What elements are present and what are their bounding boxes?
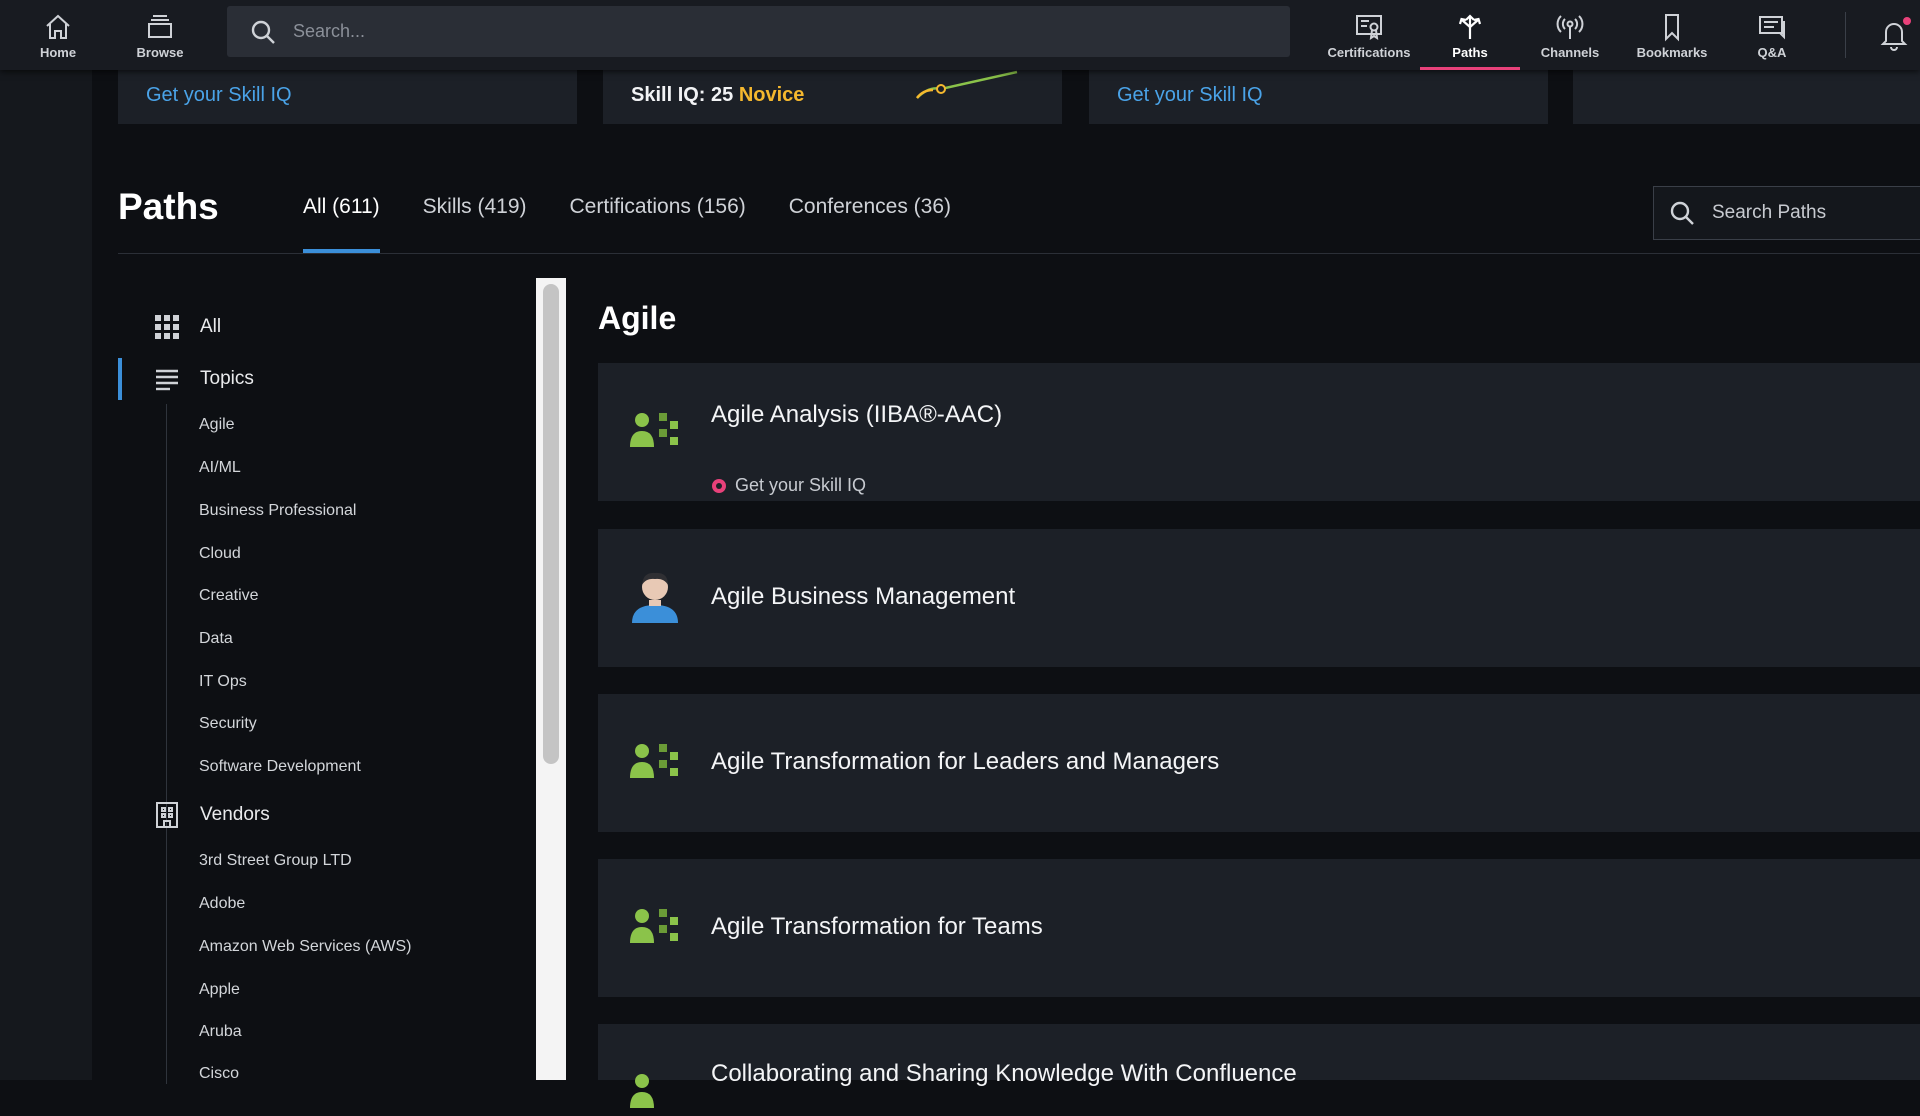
bookmark-icon [1665, 13, 1679, 41]
sidebar-topic-business-professional[interactable]: Business Professional [199, 502, 356, 520]
path-people-icon [630, 413, 678, 447]
nav-paths[interactable]: Paths [1420, 0, 1520, 70]
tab-all[interactable]: All (611) [303, 195, 380, 253]
sidebar-vendor-aruba[interactable]: Aruba [199, 1023, 242, 1041]
skill-iq-score: 25 [711, 84, 734, 106]
path-skill-iq[interactable]: Get your Skill IQ [712, 475, 866, 496]
section-title: Agile [598, 300, 677, 336]
chat-icon [1759, 15, 1785, 39]
skill-iq-level: Novice [738, 84, 805, 106]
sidebar-tree-line [166, 404, 167, 1084]
tab-certifications[interactable]: Certifications (156) [570, 195, 746, 253]
path-skill-iq-label: Get your Skill IQ [735, 475, 867, 495]
notification-badge [1903, 17, 1911, 25]
search-icon [251, 20, 275, 44]
path-title[interactable]: Agile Transformation for Teams [711, 913, 1043, 941]
browse-icon [148, 14, 172, 38]
sidebar-active-indicator [118, 358, 122, 400]
path-title[interactable]: Collaborating and Sharing Knowledge With… [711, 1060, 1297, 1088]
sidebar-topics-label: Topics [200, 368, 254, 389]
sidebar-vendor-3rd-street-group[interactable]: 3rd Street Group LTD [199, 852, 352, 870]
sidebar-topic-cloud[interactable]: Cloud [199, 545, 241, 563]
sidebar-vendor-cisco[interactable]: Cisco [199, 1065, 239, 1083]
nav-channels[interactable]: Channels [1537, 0, 1603, 70]
page-title: Paths [118, 186, 219, 227]
left-gutter [0, 70, 92, 1080]
search-paths-box[interactable] [1653, 186, 1920, 240]
path-card-agile-transformation-teams[interactable]: Agile Transformation for Teams [598, 859, 1920, 997]
skill-progress-sparkline [916, 70, 1018, 99]
sidebar-topic-ai-ml[interactable]: AI/ML [199, 459, 241, 477]
path-card-agile-transformation-leaders[interactable]: Agile Transformation for Leaders and Man… [598, 694, 1920, 832]
tab-conferences[interactable]: Conferences (36) [789, 195, 951, 253]
path-card-confluence[interactable]: Collaborating and Sharing Knowledge With… [598, 1024, 1920, 1108]
sidebar-topic-it-ops[interactable]: IT Ops [199, 673, 247, 691]
nav-bookmarks[interactable]: Bookmarks [1633, 0, 1711, 70]
paths-icon [1458, 13, 1482, 39]
tab-skills[interactable]: Skills (419) [423, 195, 527, 253]
nav-certifications-label: Certifications [1327, 44, 1411, 60]
nav-paths-label: Paths [1452, 44, 1488, 60]
nav-bookmarks-label: Bookmarks [1636, 44, 1708, 60]
home-icon [46, 14, 70, 39]
search-icon [1670, 201, 1694, 225]
card-3-skill-iq-link[interactable]: Get your Skill IQ [1117, 84, 1263, 107]
path-title[interactable]: Agile Analysis (IIBA®-AAC) [711, 401, 1002, 429]
sidebar-topic-software-development[interactable]: Software Development [199, 758, 361, 776]
sidebar-item-vendors[interactable]: Vendors [154, 802, 270, 828]
list-icon [156, 369, 178, 391]
path-card-agile-analysis[interactable]: Agile Analysis (IIBA®-AAC) Get your Skil… [598, 363, 1920, 501]
certificate-icon [1356, 14, 1382, 40]
grid-icon [155, 315, 179, 339]
nav-home[interactable]: Home [28, 0, 88, 70]
sidebar-item-topics[interactable]: Topics [154, 366, 254, 392]
nav-qa[interactable]: Q&A [1750, 0, 1794, 70]
path-card-agile-business-management[interactable]: Agile Business Management [598, 529, 1920, 667]
sidebar-topic-data[interactable]: Data [199, 630, 233, 648]
path-people-icon [630, 744, 678, 778]
nav-browse[interactable]: Browse [130, 0, 190, 70]
nav-home-label: Home [39, 44, 77, 60]
path-people-icon [630, 1074, 654, 1108]
path-people-icon [630, 909, 678, 943]
header-divider [118, 253, 1920, 254]
top-navigation-bar: Home Browse Certifications Paths Channel… [0, 0, 1920, 70]
author-avatar-icon [632, 572, 678, 623]
path-title[interactable]: Agile Business Management [711, 583, 1015, 611]
building-icon [156, 802, 178, 828]
card-2-skill-iq: Skill IQ: 25 Novice [631, 84, 804, 107]
skill-iq-label: Skill IQ: [631, 84, 706, 106]
skill-iq-icon [712, 478, 726, 493]
search-paths-input[interactable] [1710, 201, 1914, 225]
sidebar-vendor-aws[interactable]: Amazon Web Services (AWS) [199, 938, 412, 956]
broadcast-icon [1556, 14, 1584, 39]
path-title[interactable]: Agile Transformation for Leaders and Man… [711, 748, 1219, 776]
paths-tabs: All (611) Skills (419) Certifications (1… [303, 195, 951, 253]
card-1-skill-iq-link[interactable]: Get your Skill IQ [146, 84, 292, 107]
nav-qa-label: Q&A [1757, 44, 1787, 60]
global-search[interactable] [227, 6, 1290, 57]
sidebar-topic-agile[interactable]: Agile [199, 416, 235, 434]
global-search-input[interactable] [291, 20, 1290, 43]
sidebar-scrollbar-thumb[interactable] [543, 284, 559, 764]
sidebar-vendor-apple[interactable]: Apple [199, 981, 240, 999]
nav-channels-label: Channels [1540, 44, 1600, 60]
sidebar-vendors-label: Vendors [200, 804, 270, 825]
sidebar-vendor-adobe[interactable]: Adobe [199, 895, 245, 913]
sidebar-item-all[interactable]: All [154, 314, 221, 340]
sidebar-all-label: All [200, 316, 222, 337]
nav-divider [1845, 12, 1846, 58]
nav-certifications[interactable]: Certifications [1325, 0, 1413, 70]
sidebar-topic-security[interactable]: Security [199, 715, 257, 733]
sidebar-topic-creative[interactable]: Creative [199, 587, 259, 605]
nav-browse-label: Browse [136, 44, 184, 60]
